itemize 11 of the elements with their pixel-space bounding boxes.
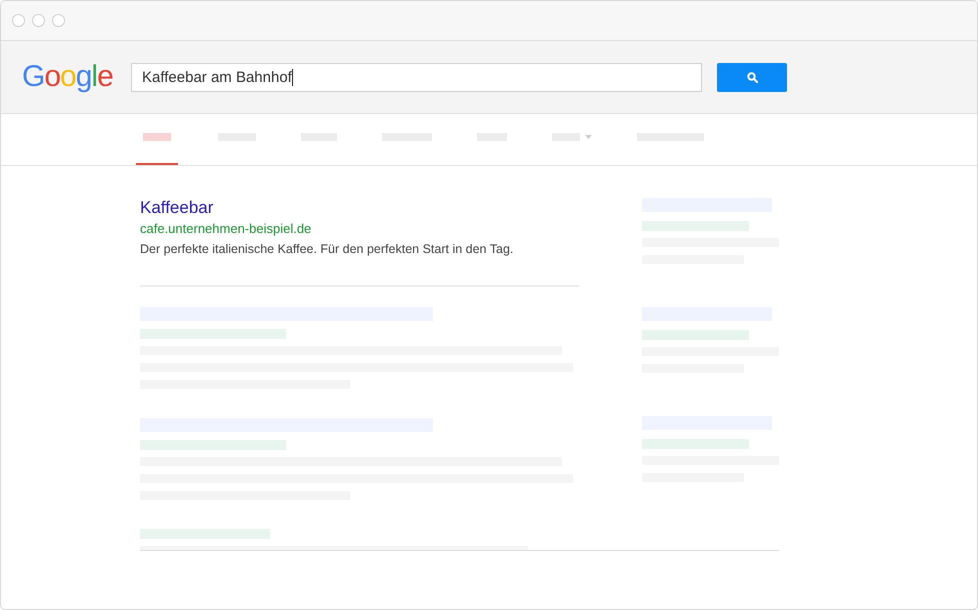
search-icon [746, 72, 758, 82]
result-url: cafe.unternehmen-beispiel.de [140, 221, 312, 236]
logo[interactable]: Google [22, 62, 114, 92]
result-title-link[interactable]: Kaffeebar [140, 198, 214, 218]
search-field[interactable]: Kaffeebar am Bahnhof [131, 62, 702, 92]
window-control-icon[interactable] [52, 14, 65, 27]
result-snippet: Der perfekte italienische Kaffee. Für den perfekten Start in den Tag. [140, 242, 514, 256]
search-button[interactable] [717, 62, 787, 92]
window-control-icon[interactable] [12, 14, 25, 27]
window-control-icon[interactable] [32, 14, 45, 27]
caret-icon [585, 135, 592, 139]
